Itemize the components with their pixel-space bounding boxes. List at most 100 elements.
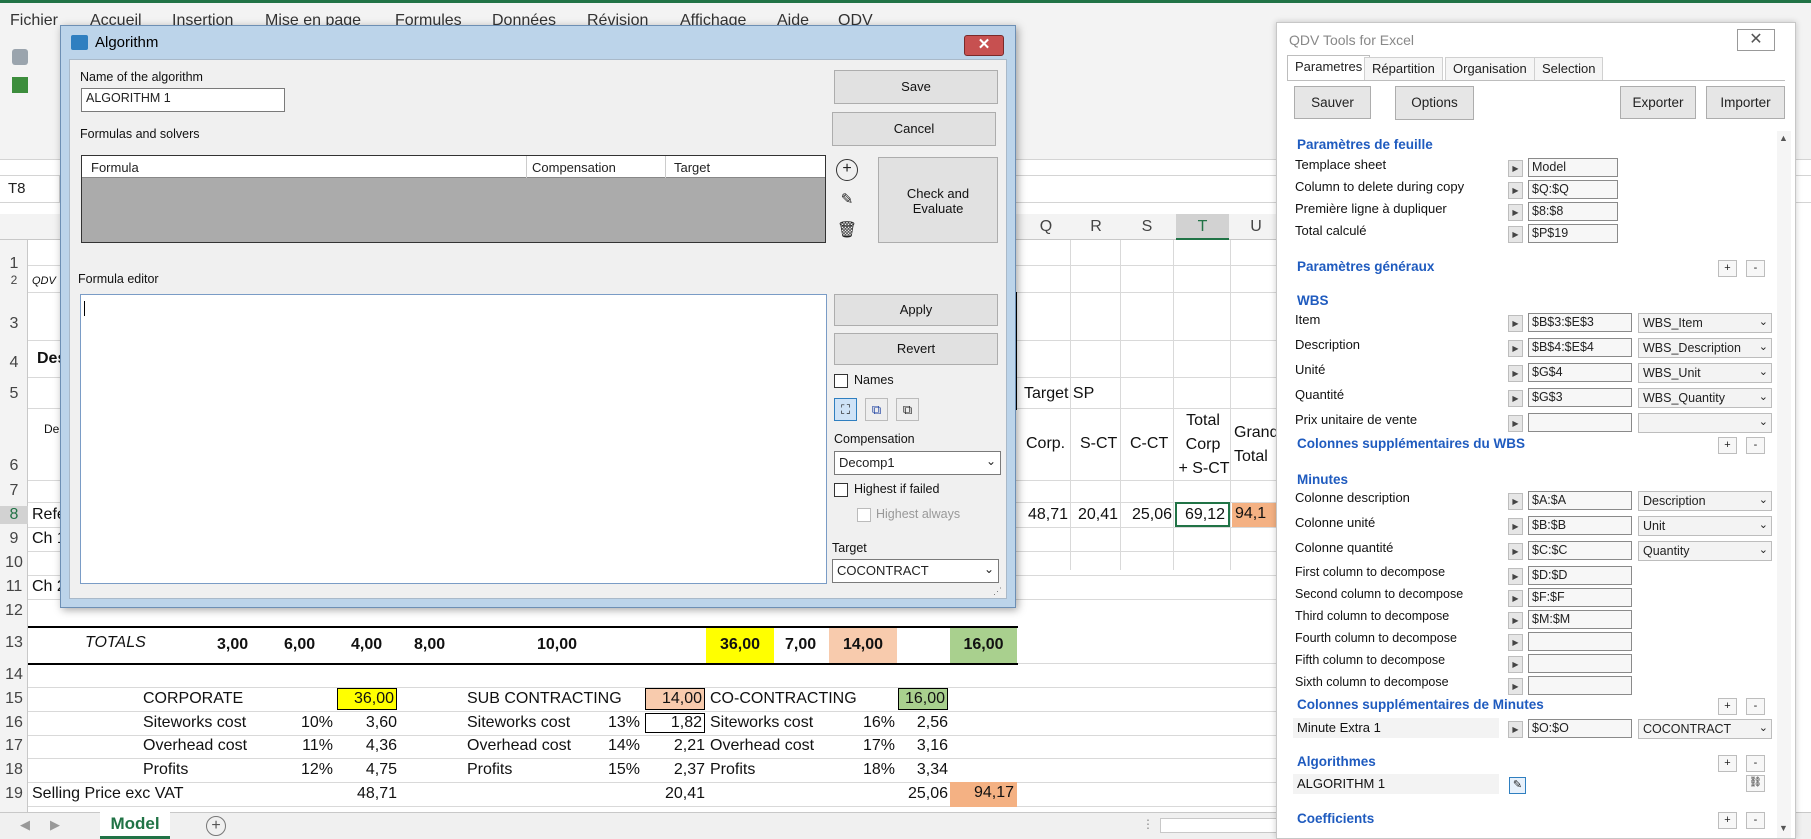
prev-sheet-icon[interactable]: ◀ [20, 817, 30, 833]
third-dec-input[interactable]: $M:$M [1528, 610, 1632, 629]
formula-editor[interactable] [80, 294, 827, 584]
row-header[interactable]: 3 [0, 315, 28, 333]
cell-value[interactable]: 2,56 [898, 714, 948, 732]
pick-arrow-icon[interactable]: ▶ [1508, 590, 1523, 607]
scroll-up-icon[interactable]: ▲ [1779, 133, 1788, 143]
add-formula-icon[interactable]: + [836, 159, 858, 181]
cell-pct[interactable]: 15% [590, 761, 640, 779]
link-icon[interactable]: ⛓ [1746, 775, 1765, 792]
tab-repartition[interactable]: Répartition [1364, 57, 1443, 80]
cell-value[interactable]: 2,37 [645, 761, 705, 779]
pick-arrow-icon[interactable]: ▶ [1508, 493, 1523, 510]
cell-overhead[interactable]: Overhead cost [710, 737, 814, 755]
cell-siteworks[interactable]: Siteworks cost [710, 714, 813, 732]
pick-arrow-icon[interactable]: ▶ [1508, 315, 1523, 332]
cell-value[interactable]: 3,34 [898, 761, 948, 779]
cell-total[interactable]: 10,00 [537, 636, 577, 654]
pick-arrow-icon[interactable]: ▶ [1508, 340, 1523, 357]
formulas-table[interactable]: Formula Compensation Target [81, 155, 826, 243]
resize-grip-icon[interactable]: ⋰ [993, 586, 1002, 597]
row-header[interactable]: 17 [0, 737, 28, 755]
add-icon[interactable]: + [1718, 260, 1737, 277]
cell-total[interactable]: 4,00 [351, 636, 382, 654]
apply-button[interactable]: Apply [834, 294, 998, 326]
remove-icon[interactable]: - [1746, 698, 1765, 715]
remove-icon[interactable]: - [1746, 437, 1765, 454]
pick-arrow-icon[interactable]: ▶ [1508, 415, 1523, 432]
cell-pct[interactable]: 10% [280, 714, 333, 732]
cell-grand-value[interactable]: 94,1 [1232, 503, 1280, 527]
add-icon[interactable]: + [1718, 812, 1737, 829]
pick-arrow-icon[interactable]: ▶ [1508, 182, 1523, 199]
unit-price-select[interactable]: ⌄ [1638, 413, 1772, 433]
row-header[interactable]: 19 [0, 785, 28, 803]
expand-icon[interactable]: ⛶ [834, 398, 857, 421]
cell-hdr-sct[interactable]: S-CT [1080, 435, 1117, 453]
row-header[interactable]: 18 [0, 761, 28, 779]
pick-arrow-icon[interactable]: ▶ [1508, 678, 1523, 695]
remove-icon[interactable]: - [1746, 260, 1765, 277]
save-button[interactable]: Save [834, 70, 998, 104]
copy-icon[interactable]: ⧉ [865, 398, 888, 421]
first-dec-input[interactable]: $D:$D [1528, 566, 1632, 585]
cell-profits[interactable]: Profits [467, 761, 512, 779]
cell-overhead[interactable]: Overhead cost [467, 737, 571, 755]
col-desc-input[interactable]: $A:$A [1528, 491, 1632, 510]
pick-arrow-icon[interactable]: ▶ [1508, 612, 1523, 629]
cell-hdr-total-1[interactable]: Total [1184, 412, 1222, 430]
row-header[interactable]: 2 [0, 273, 28, 287]
edit-formula-icon[interactable]: ✎ [836, 190, 858, 212]
second-dec-input[interactable]: $F:$F [1528, 588, 1632, 607]
row-header[interactable]: 14 [0, 666, 28, 684]
cell-pct[interactable]: 18% [850, 761, 895, 779]
col-compensation[interactable]: Compensation [532, 160, 616, 175]
tab-organisation[interactable]: Organisation [1445, 57, 1535, 80]
pick-arrow-icon[interactable]: ▶ [1508, 204, 1523, 221]
next-sheet-icon[interactable]: ▶ [50, 817, 60, 833]
cell-profits[interactable]: Profits [143, 761, 188, 779]
pick-arrow-icon[interactable]: ▶ [1508, 365, 1523, 382]
fifth-dec-input[interactable] [1528, 654, 1632, 673]
col-qty-input[interactable]: $C:$C [1528, 541, 1632, 560]
cell-selling-price[interactable]: Selling Price exc VAT [32, 785, 183, 803]
scroll-down-icon[interactable]: ▼ [1779, 823, 1788, 833]
edit-algorithm-icon[interactable]: ✎ [1509, 777, 1526, 794]
compensation-select[interactable]: Decomp1 ⌄ [834, 451, 1001, 475]
menu-fichier[interactable]: Fichier [10, 12, 58, 30]
col-qty-select[interactable]: Quantity ⌄ [1638, 541, 1772, 561]
grid-icon[interactable] [12, 77, 28, 93]
cell-selling-total[interactable]: 94,17 [950, 782, 1017, 807]
target-select[interactable]: COCONTRACT ⌄ [832, 559, 999, 583]
cell-hdr-grand-2[interactable]: Total [1234, 448, 1268, 466]
names-checkbox[interactable] [834, 374, 848, 388]
cancel-button[interactable]: Cancel [832, 112, 996, 146]
cell-qdv[interactable]: QDV [32, 275, 56, 287]
minute-extra1-input[interactable]: $O:$O [1528, 719, 1632, 738]
cell-sub-total[interactable]: 14,00 [645, 688, 705, 710]
col-desc-select[interactable]: Description ⌄ [1638, 491, 1772, 511]
row-header[interactable]: 16 [0, 714, 28, 732]
pick-arrow-icon[interactable]: ▶ [1508, 656, 1523, 673]
row-header[interactable]: 6 [0, 457, 28, 475]
row-header[interactable]: 4 [0, 354, 28, 372]
cell-total[interactable]: 6,00 [284, 636, 315, 654]
add-icon[interactable]: + [1718, 437, 1737, 454]
col-target[interactable]: Target [674, 160, 710, 175]
vertical-scrollbar[interactable]: ▲ ▼ [1777, 131, 1791, 838]
highest-if-failed-checkbox[interactable] [834, 483, 848, 497]
total-calc-input[interactable]: $P$19 [1528, 224, 1618, 243]
algorithm-name-input[interactable]: ALGORITHM 1 [81, 88, 285, 112]
fourth-dec-input[interactable] [1528, 632, 1632, 651]
item-input[interactable]: $B$3:$E$3 [1528, 313, 1632, 332]
delete-formula-icon[interactable]: 🗑 [836, 220, 858, 242]
col-unit-select[interactable]: Unit ⌄ [1638, 516, 1772, 536]
cell-pct[interactable]: 11% [280, 737, 333, 755]
pick-arrow-icon[interactable]: ▶ [1508, 543, 1523, 560]
cell-hdr-total-2[interactable]: Corp [1184, 436, 1222, 454]
sheet-tab-model[interactable]: Model [100, 811, 170, 839]
cell-value[interactable]: 3,16 [898, 737, 948, 755]
paste-icon[interactable]: ⧉ [896, 398, 919, 421]
cell-value[interactable]: 48,71 [337, 785, 397, 803]
pick-arrow-icon[interactable]: ▶ [1508, 160, 1523, 177]
cell-value[interactable]: 3,60 [337, 714, 397, 732]
